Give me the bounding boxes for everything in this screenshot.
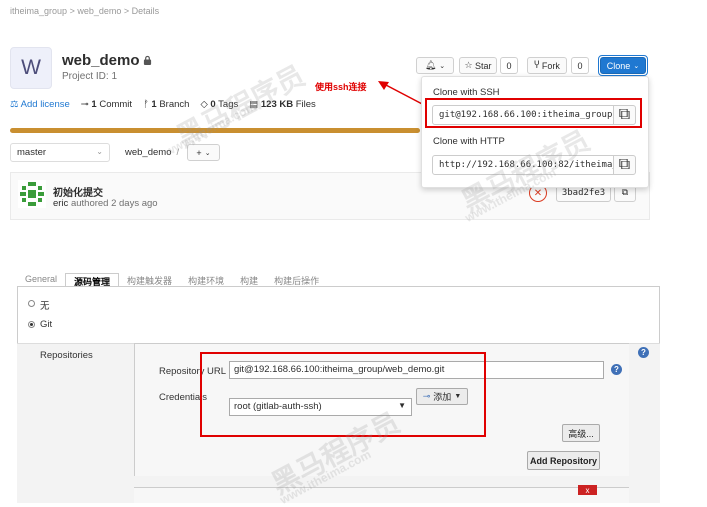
- path-separator: /: [176, 147, 180, 158]
- copy-icon: ⧉: [618, 156, 631, 173]
- tag-icon: ◇: [200, 99, 208, 110]
- branch-select-value: master: [17, 147, 47, 158]
- star-count[interactable]: 0: [500, 57, 518, 74]
- scm-git-label: Git: [40, 319, 53, 330]
- files-size: 123 KB: [260, 99, 294, 110]
- chevron-down-icon: ⌄: [439, 62, 446, 70]
- commits-count: 1: [91, 99, 97, 110]
- files-icon: ▤: [249, 99, 259, 110]
- next-section-box: [134, 487, 629, 503]
- branch-icon: ᚠ: [143, 99, 149, 110]
- clone-label: Clone: [606, 60, 631, 71]
- scm-none-radio[interactable]: [28, 300, 35, 307]
- commit-author[interactable]: eric: [53, 198, 68, 209]
- repo-path: web_demo /: [125, 147, 184, 158]
- chevron-down-icon: ⌄: [204, 149, 211, 157]
- commit-icon: ⊸: [80, 99, 89, 110]
- breadcrumb-group[interactable]: itheima_group: [10, 6, 67, 16]
- star-icon: ☆: [464, 60, 473, 70]
- help-icon[interactable]: ?: [638, 347, 649, 358]
- delete-button[interactable]: x: [578, 485, 597, 495]
- files-label: Files: [295, 99, 316, 110]
- commits-label: Commit: [99, 99, 133, 110]
- author-avatar[interactable]: [18, 180, 46, 208]
- http-url-input[interactable]: http://192.168.66.100:82/itheima_group/w…: [432, 155, 614, 175]
- tags-label: Tags: [218, 99, 239, 110]
- chevron-down-icon: ⌄: [96, 147, 103, 156]
- commit-title[interactable]: 初始化提交: [53, 184, 103, 199]
- project-stats: ⚖ Add license ⊸ 1 Commit ᚠ 1 Branch ◇ 0 …: [10, 99, 316, 110]
- breadcrumb-project[interactable]: web_demo: [77, 6, 121, 16]
- license-icon: ⚖: [10, 99, 19, 110]
- branch-select[interactable]: master ⌄: [10, 143, 110, 162]
- scm-git-radio[interactable]: [28, 321, 35, 328]
- bell-icon: 🔔︎: [424, 60, 437, 70]
- add-file-dropdown[interactable]: + ⌄: [187, 144, 220, 161]
- repository-highlight-box: [200, 352, 486, 437]
- star-button[interactable]: ☆ Star: [459, 57, 497, 74]
- repo-path-root[interactable]: web_demo: [125, 147, 171, 158]
- fork-label: Fork: [541, 60, 560, 71]
- fork-count[interactable]: 0: [571, 57, 589, 74]
- clone-dropdown: Clone with SSH git@192.168.66.100:itheim…: [421, 76, 649, 188]
- ssh-highlight-box: [425, 98, 642, 128]
- commit-time: authored 2 days ago: [70, 198, 158, 209]
- plus-icon: +: [196, 147, 202, 158]
- tags-count: 0: [210, 99, 216, 110]
- clone-button[interactable]: Clone ⌄: [598, 55, 648, 76]
- breadcrumb: itheima_group > web_demo > Details: [10, 6, 160, 16]
- copy-icon: ⧉: [621, 187, 629, 197]
- lock-icon: [143, 55, 152, 65]
- chevron-down-icon: ⌄: [633, 62, 640, 70]
- branches-label: Branch: [159, 99, 190, 110]
- breadcrumb-current: Details: [131, 6, 160, 16]
- branches-stat[interactable]: ᚠ 1 Branch: [143, 99, 189, 110]
- project-name: web_demo: [62, 52, 140, 69]
- commits-stat[interactable]: ⊸ 1 Commit: [81, 99, 132, 110]
- star-label: Star: [475, 60, 492, 71]
- clone-http-label: Clone with HTTP: [433, 136, 505, 147]
- project-id: Project ID: 1: [62, 71, 118, 82]
- commit-meta: eric authored 2 days ago: [53, 198, 158, 209]
- add-license-link[interactable]: ⚖ Add license: [10, 99, 70, 110]
- clone-ssh-label: Clone with SSH: [433, 87, 500, 98]
- fork-button[interactable]: Ⴤ Fork: [527, 57, 567, 74]
- add-repository-button[interactable]: Add Repository: [527, 451, 600, 470]
- scm-none-label: 无: [40, 301, 50, 312]
- add-license-label: Add license: [20, 99, 70, 110]
- copy-http-button[interactable]: ⧉: [613, 155, 636, 175]
- advanced-button[interactable]: 高级...: [562, 424, 600, 442]
- repository-language-bar: [10, 128, 420, 133]
- branches-count: 1: [151, 99, 157, 110]
- annotation-text: 使用ssh连接: [315, 82, 367, 92]
- help-icon[interactable]: ?: [611, 364, 622, 375]
- project-avatar: W: [10, 47, 52, 89]
- fork-icon: Ⴤ: [534, 60, 540, 70]
- files-stat[interactable]: ▤ 123 KB Files: [249, 99, 316, 110]
- notification-button[interactable]: 🔔︎ ⌄: [416, 57, 454, 74]
- tags-stat[interactable]: ◇ 0 Tags: [200, 99, 238, 110]
- repositories-label: Repositories: [40, 350, 93, 361]
